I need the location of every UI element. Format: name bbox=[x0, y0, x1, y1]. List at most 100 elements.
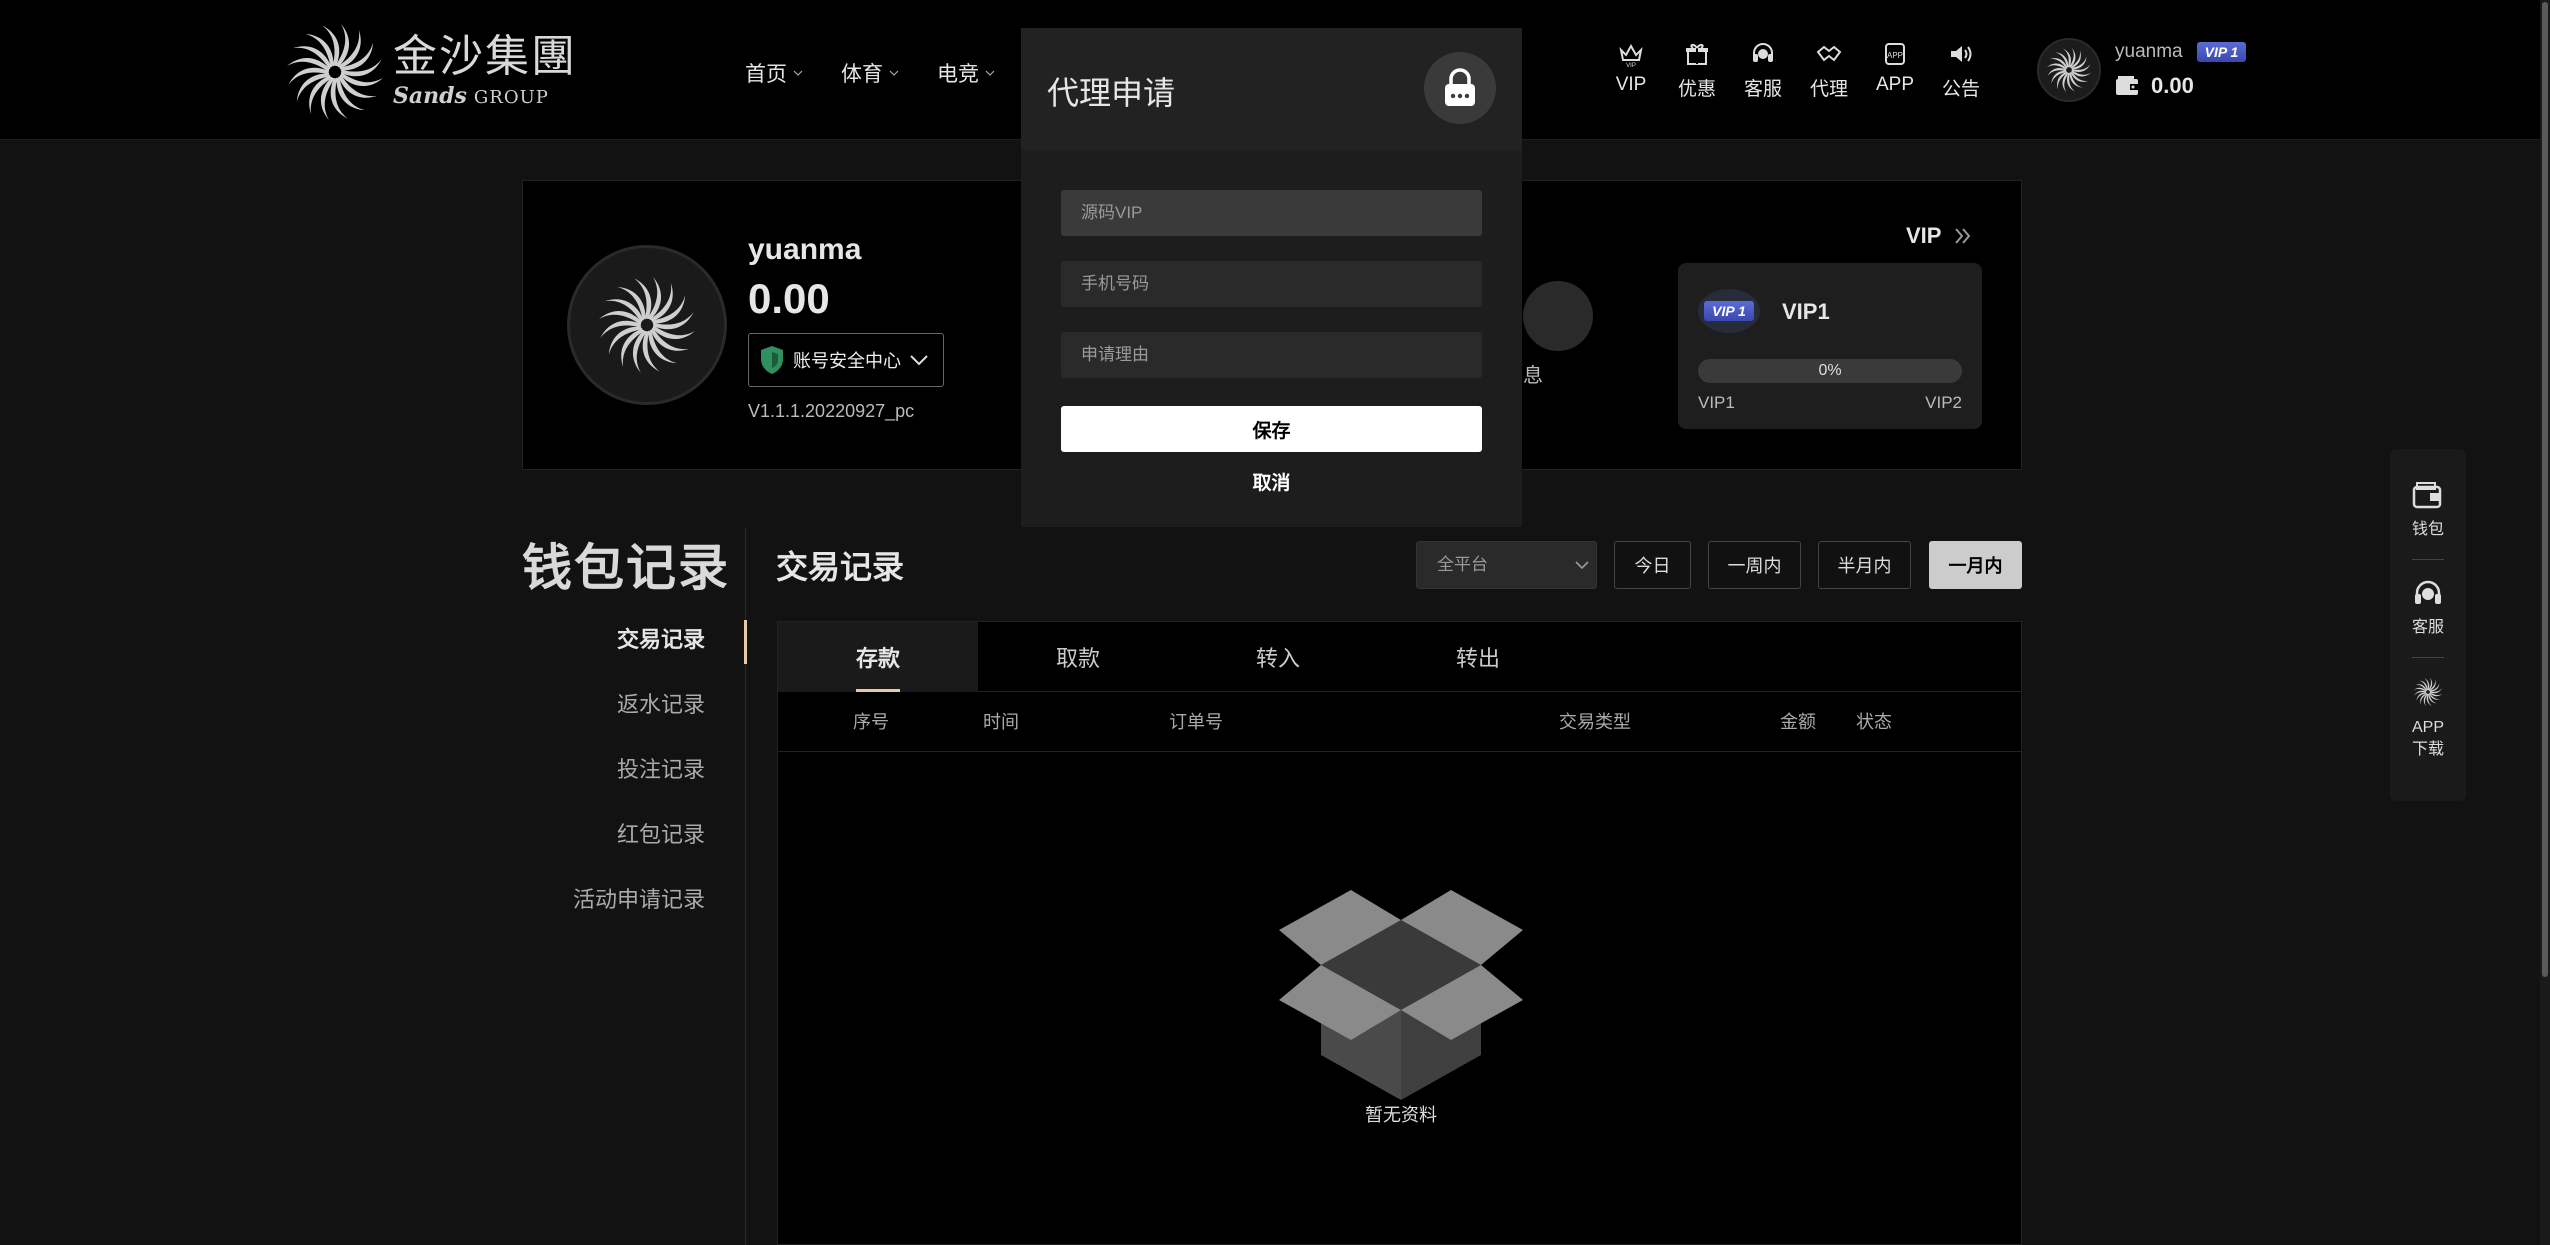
header-agent[interactable]: 代理 bbox=[1796, 40, 1862, 101]
header-icon-bar: VIP VIP 优惠 客服 代理 APP APP 公告 bbox=[1598, 40, 1994, 101]
float-app-download[interactable]: APP 下载 bbox=[2390, 677, 2466, 761]
svg-text:APP: APP bbox=[1887, 51, 1903, 60]
nav-sports[interactable]: 体育 bbox=[841, 58, 899, 88]
phone-number-field[interactable] bbox=[1061, 261, 1482, 307]
sidebar-menu: 交易记录 返水记录 投注记录 红包记录 活动申请记录 bbox=[522, 620, 705, 945]
sidebar-active-indicator bbox=[744, 620, 747, 664]
vip-details-link[interactable]: VIP bbox=[1906, 223, 1973, 249]
logo-english-text: Sands GROUP bbox=[393, 83, 549, 109]
sands-logo[interactable]: 金沙集團 Sands GROUP bbox=[285, 22, 577, 122]
transactions-panel: 存款 取款 转入 转出 序号 时间 订单号 交易类型 金额 状态 暂无资料 bbox=[777, 621, 2022, 1245]
message-label: 息 bbox=[1523, 365, 1543, 387]
column-header-amount: 金额 bbox=[1780, 712, 1816, 732]
sidebar-item-red-packets[interactable]: 红包记录 bbox=[522, 815, 705, 880]
sunburst-avatar-icon bbox=[2046, 47, 2092, 93]
crown-icon: VIP bbox=[1619, 43, 1643, 68]
double-chevron-right-icon bbox=[1955, 228, 1971, 244]
wallet-icon bbox=[2412, 482, 2442, 509]
nav-home[interactable]: 首页 bbox=[745, 58, 803, 88]
message-shortcut[interactable] bbox=[1523, 281, 1613, 371]
column-header-status: 状态 bbox=[1856, 712, 1892, 732]
range-today[interactable]: 今日 bbox=[1614, 541, 1691, 589]
table-header: 序号 时间 订单号 交易类型 金额 状态 bbox=[778, 692, 2021, 752]
header-vip[interactable]: VIP VIP bbox=[1598, 40, 1664, 101]
column-header-type: 交易类型 bbox=[1559, 712, 1631, 732]
account-security-dropdown[interactable]: 账号安全中心 bbox=[748, 333, 944, 387]
app-icon: APP bbox=[1885, 43, 1905, 65]
sidebar-title: 钱包记录 bbox=[522, 540, 730, 596]
sidebar-item-transactions[interactable]: 交易记录 bbox=[522, 620, 705, 685]
empty-box-icon bbox=[1279, 890, 1523, 1100]
range-week[interactable]: 一周内 bbox=[1708, 541, 1801, 589]
header-app[interactable]: APP APP bbox=[1862, 40, 1928, 101]
username: yuanma bbox=[2115, 41, 2183, 62]
avatar[interactable] bbox=[2037, 38, 2101, 102]
vip-progress-text: 0% bbox=[1818, 362, 1842, 379]
modal-title: 代理申请 bbox=[1047, 75, 1176, 111]
vip-progress-card: VIP 1 VIP1 0% VIP1 VIP2 bbox=[1678, 263, 1982, 429]
lock-button[interactable] bbox=[1424, 52, 1496, 124]
chevron-down-icon bbox=[985, 70, 995, 76]
header-promotions[interactable]: 优惠 bbox=[1664, 40, 1730, 101]
lock-icon bbox=[1445, 68, 1475, 106]
sidebar-item-rebates[interactable]: 返水记录 bbox=[522, 685, 705, 750]
handshake-icon bbox=[1816, 45, 1842, 62]
float-separator bbox=[2412, 559, 2444, 560]
tab-transfer-in[interactable]: 转入 bbox=[1178, 622, 1378, 692]
header-balance: 0.00 bbox=[2151, 73, 2194, 98]
main-nav: 首页 体育 电竞 bbox=[745, 58, 995, 88]
nav-esports[interactable]: 电竞 bbox=[937, 58, 995, 88]
application-reason-field[interactable] bbox=[1061, 332, 1482, 378]
vip-progress-bar: 0% bbox=[1698, 359, 1962, 383]
chevron-down-icon bbox=[889, 70, 899, 76]
save-button[interactable]: 保存 bbox=[1061, 406, 1482, 452]
transaction-tabs: 存款 取款 转入 转出 bbox=[778, 622, 2021, 692]
wallet-icon bbox=[2116, 76, 2139, 95]
vip-badge-icon: VIP 1 bbox=[1698, 289, 1760, 333]
chevron-down-icon bbox=[793, 70, 803, 76]
column-header-order-number: 订单号 bbox=[1169, 712, 1223, 732]
modal-header: 代理申请 bbox=[1021, 28, 1522, 150]
range-half-month[interactable]: 半月内 bbox=[1818, 541, 1911, 589]
speaker-icon bbox=[1951, 46, 1972, 62]
chevron-down-icon bbox=[1575, 561, 1589, 570]
svg-text:VIP: VIP bbox=[1626, 63, 1636, 68]
sidebar-item-bets[interactable]: 投注记录 bbox=[522, 750, 705, 815]
range-month[interactable]: 一月内 bbox=[1929, 541, 2022, 589]
page-scrollbar-thumb[interactable] bbox=[2542, 2, 2548, 977]
profile-username: yuanma bbox=[748, 233, 862, 266]
header-support[interactable]: 客服 bbox=[1730, 40, 1796, 101]
float-wallet[interactable]: 钱包 bbox=[2390, 479, 2466, 541]
right-float-bar: 钱包 客服 APP 下载 bbox=[2390, 449, 2466, 801]
headset-icon bbox=[2415, 580, 2441, 604]
vip-level-badge: VIP 1 bbox=[2196, 42, 2247, 62]
logo-chinese-text: 金沙集團 bbox=[393, 31, 577, 82]
cancel-button[interactable]: 取消 bbox=[1061, 468, 1482, 498]
vip-next-level: VIP2 bbox=[1925, 393, 1962, 412]
vip-current-level: VIP1 bbox=[1698, 393, 1735, 412]
message-icon bbox=[1523, 281, 1593, 351]
headset-icon bbox=[1753, 43, 1773, 62]
tab-deposit[interactable]: 存款 bbox=[778, 622, 978, 692]
float-support[interactable]: 客服 bbox=[2390, 577, 2466, 639]
page-title: 交易记录 bbox=[776, 549, 905, 585]
profile-avatar[interactable] bbox=[567, 245, 727, 405]
profile-balance: 0.00 bbox=[748, 275, 830, 322]
empty-state-text: 暂无资料 bbox=[1365, 1105, 1437, 1125]
float-separator bbox=[2412, 657, 2444, 658]
tab-transfer-out[interactable]: 转出 bbox=[1378, 622, 1578, 692]
chevron-down-icon bbox=[910, 355, 928, 366]
header-announcement[interactable]: 公告 bbox=[1928, 40, 1994, 101]
column-header-time: 时间 bbox=[983, 712, 1019, 732]
agent-application-modal: 代理申请 保存 取消 bbox=[1021, 28, 1522, 527]
gift-icon bbox=[1686, 43, 1708, 65]
sidebar-item-activity-applications[interactable]: 活动申请记录 bbox=[522, 880, 705, 945]
tab-withdraw[interactable]: 取款 bbox=[978, 622, 1178, 692]
column-header-index: 序号 bbox=[853, 712, 889, 732]
platform-select[interactable]: 全平台 bbox=[1416, 541, 1597, 589]
vip-source-field[interactable] bbox=[1061, 190, 1482, 236]
app-version: V1.1.1.20220927_pc bbox=[748, 401, 915, 421]
user-summary[interactable]: yuanma VIP 1 0.00 bbox=[2037, 38, 2247, 102]
empty-state: 暂无资料 bbox=[1271, 870, 1531, 1127]
sunburst-app-icon bbox=[2413, 677, 2443, 707]
